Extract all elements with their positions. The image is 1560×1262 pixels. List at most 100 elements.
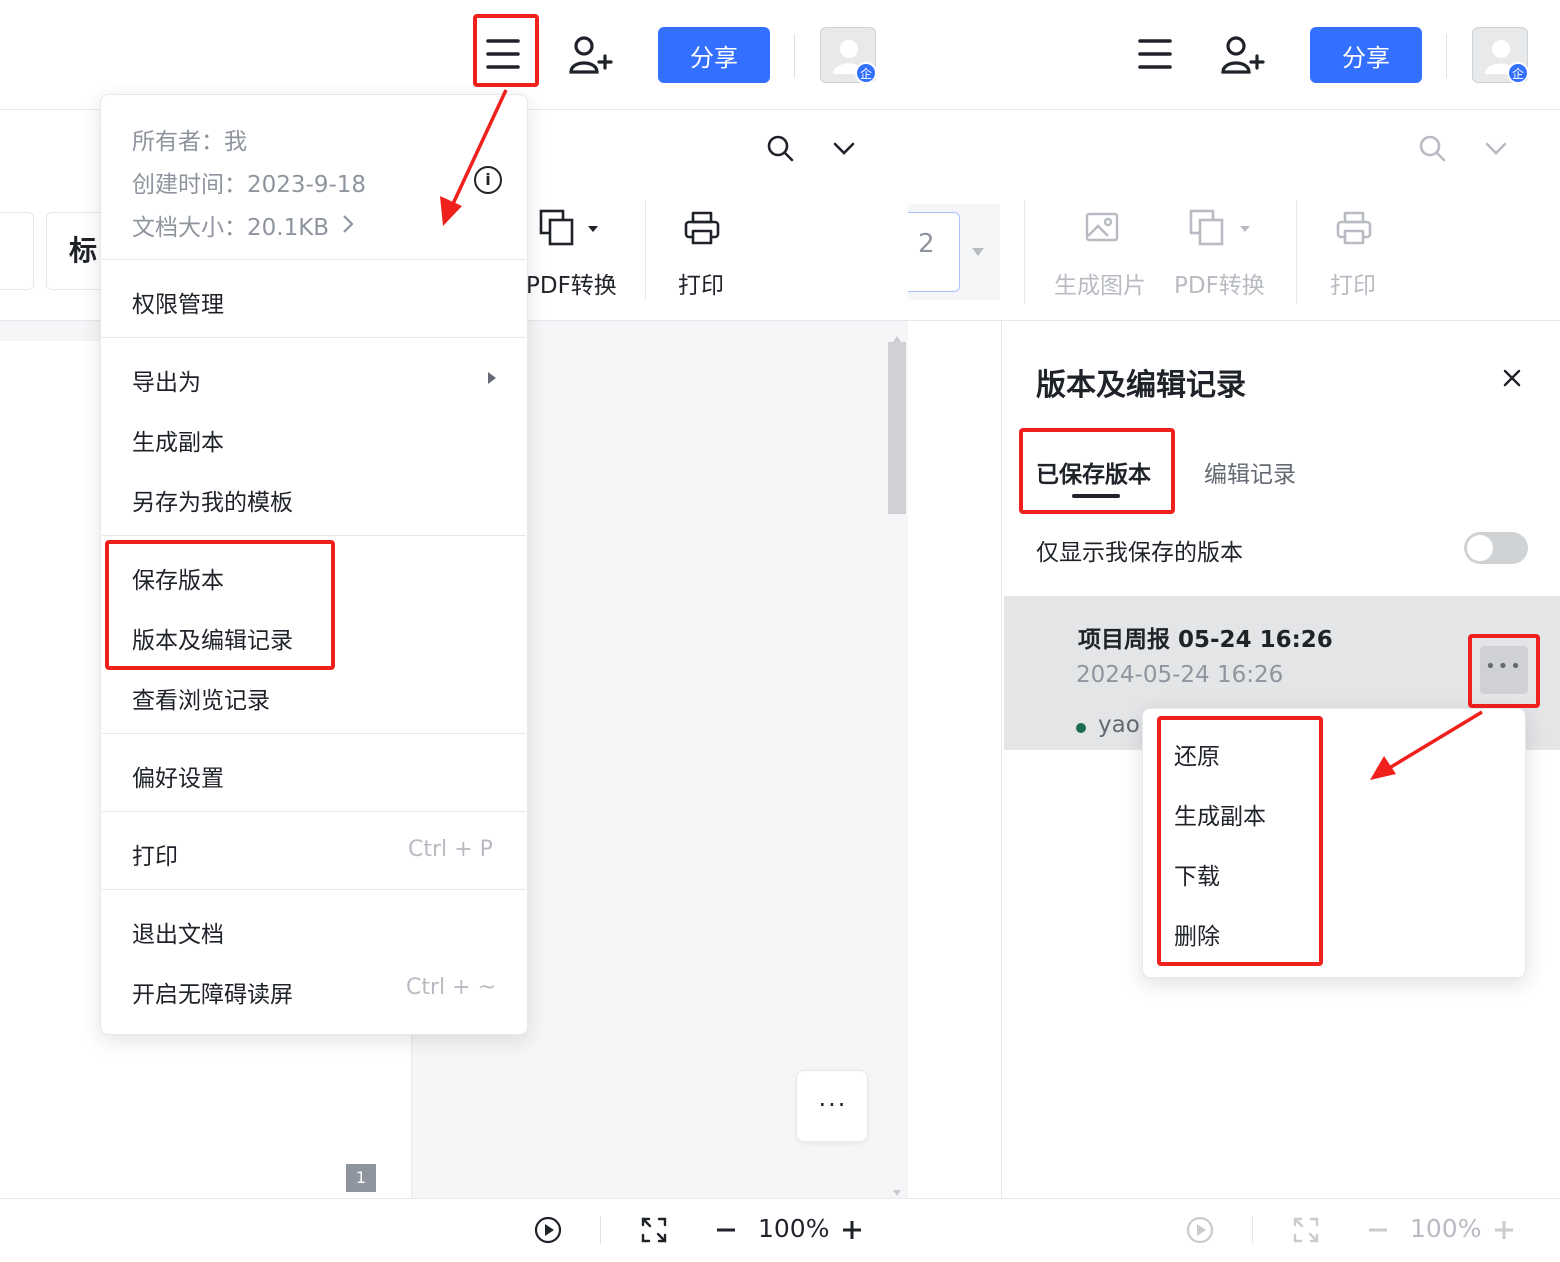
- zoom-level-right[interactable]: 100%: [1410, 1214, 1481, 1243]
- avatar[interactable]: 企: [820, 27, 877, 84]
- pdf-convert-label: PDF转换: [526, 273, 617, 299]
- close-icon: [1503, 369, 1521, 387]
- style-box-partial[interactable]: [0, 212, 34, 290]
- gen-image-label: 生成图片: [1054, 273, 1146, 299]
- print-button-right[interactable]: 打印: [1320, 200, 1390, 300]
- page-selector-value: 2: [918, 229, 935, 259]
- scroll-up-arrow[interactable]: [892, 328, 902, 342]
- add-collaborator-button[interactable]: [566, 32, 614, 80]
- menu-item-view-history[interactable]: 查看浏览记录: [132, 681, 270, 715]
- chevron-down-icon: [1485, 142, 1507, 155]
- pdf-convert-button[interactable]: PDF转换: [520, 200, 630, 300]
- play-icon: [1186, 1216, 1214, 1244]
- doc-white-band: [908, 321, 1002, 1198]
- doc-size-link[interactable]: 文档大小：20.1KB: [132, 208, 372, 241]
- hamburger-menu-button-right[interactable]: [1130, 24, 1180, 86]
- fullscreen-button-right[interactable]: [1292, 1216, 1320, 1244]
- zoom-out-button[interactable]: [714, 1220, 738, 1240]
- floating-more-button[interactable]: ···: [796, 1070, 868, 1142]
- chevron-right-icon: [343, 215, 354, 233]
- caret-right-icon: [488, 372, 496, 384]
- only-mine-toggle[interactable]: [1464, 532, 1528, 564]
- scrollbar-thumb[interactable]: [888, 342, 906, 514]
- search-button[interactable]: [764, 132, 796, 164]
- page-selector[interactable]: 2: [908, 212, 960, 292]
- statusbar-divider: [600, 1216, 601, 1244]
- print-shortcut: Ctrl + P: [408, 837, 493, 862]
- play-icon: [534, 1216, 562, 1244]
- statusbar-divider: [1252, 1216, 1253, 1244]
- menu-item-accessibility[interactable]: 开启无障碍读屏: [132, 975, 293, 1009]
- more-dots-icon: ···: [818, 1091, 848, 1119]
- share-button[interactable]: 分享: [658, 27, 770, 83]
- fullscreen-icon: [641, 1217, 667, 1243]
- scroll-down-arrow[interactable]: [892, 1182, 902, 1196]
- highlight-version-items: [105, 540, 335, 670]
- menu-divider: [102, 259, 526, 260]
- zoom-level[interactable]: 100%: [758, 1214, 829, 1243]
- highlight-hamburger: [473, 14, 539, 87]
- close-panel-button[interactable]: [1498, 364, 1526, 392]
- enterprise-badge: 企: [855, 62, 877, 84]
- zoom-in-button[interactable]: [840, 1218, 864, 1242]
- submenu-arrow: [486, 370, 498, 384]
- present-button-right[interactable]: [1186, 1216, 1214, 1244]
- only-mine-label: 仅显示我保存的版本: [1036, 540, 1243, 566]
- search-button-right[interactable]: [1416, 132, 1448, 164]
- highlight-more-button: [1468, 634, 1540, 708]
- caret-up-icon: [893, 336, 901, 342]
- zoom-in-button-right[interactable]: [1492, 1218, 1516, 1242]
- zoom-out-button-right[interactable]: [1366, 1220, 1390, 1240]
- plus-icon: [1495, 1221, 1513, 1239]
- toolbar-divider: [1296, 200, 1297, 304]
- avatar-right[interactable]: 企: [1472, 27, 1529, 84]
- version-author: yao: [1098, 712, 1140, 738]
- annotation-arrow-context: [1370, 710, 1483, 780]
- hamburger-icon: [1138, 39, 1172, 69]
- collapse-toolbar-button-right[interactable]: [1482, 134, 1510, 162]
- divider: [794, 34, 795, 78]
- style-title-label: 标: [69, 234, 98, 267]
- caret-down-icon: [893, 1190, 901, 1196]
- version-name: 项目周报 05-24 16:26: [1078, 627, 1333, 653]
- menu-divider: [102, 337, 526, 338]
- highlight-context-menu: [1157, 716, 1323, 966]
- toolbar-divider: [1024, 200, 1025, 304]
- menu-item-permissions[interactable]: 权限管理: [132, 285, 224, 319]
- search-icon: [1419, 135, 1446, 162]
- tab-edit-history[interactable]: 编辑记录: [1204, 455, 1296, 489]
- menu-item-export-as[interactable]: 导出为: [132, 363, 201, 397]
- printer-icon: [1336, 211, 1372, 245]
- version-panel-title: 版本及编辑记录: [1036, 368, 1246, 403]
- enterprise-badge: 企: [1507, 62, 1529, 84]
- minus-icon: [717, 1228, 735, 1232]
- pdf-convert-icon: [1189, 209, 1250, 246]
- pdf-convert-button-right[interactable]: PDF转换: [1172, 200, 1282, 300]
- created-text: 创建时间：2023-9-18: [132, 172, 367, 198]
- owner-text: 所有者：我: [132, 129, 247, 155]
- fullscreen-button[interactable]: [640, 1216, 668, 1244]
- gen-image-button[interactable]: 生成图片: [1050, 200, 1158, 300]
- page-number-badge: 1: [346, 1164, 376, 1192]
- page-selector-caret[interactable]: [970, 244, 986, 258]
- menu-item-save-as-template[interactable]: 另存为我的模板: [132, 483, 293, 517]
- add-user-icon: [569, 36, 613, 74]
- pdf-convert-icon: [539, 209, 598, 246]
- menu-item-exit-doc[interactable]: 退出文档: [132, 915, 224, 949]
- caret-down-icon: [972, 248, 984, 256]
- add-collaborator-button-right[interactable]: [1218, 32, 1266, 80]
- plus-icon: [843, 1221, 861, 1239]
- annotation-arrow-menu: [440, 89, 508, 226]
- print-button[interactable]: 打印: [668, 200, 738, 300]
- menu-item-make-copy[interactable]: 生成副本: [132, 423, 224, 457]
- size-text: 文档大小：20.1KB: [132, 215, 330, 241]
- collapse-toolbar-button[interactable]: [830, 134, 858, 162]
- add-user-icon: [1221, 36, 1265, 74]
- share-button-right[interactable]: 分享: [1310, 27, 1422, 83]
- search-icon: [767, 135, 794, 162]
- menu-item-preferences[interactable]: 偏好设置: [132, 759, 224, 793]
- menu-divider: [102, 535, 526, 536]
- menu-divider: [102, 889, 526, 890]
- present-button[interactable]: [534, 1216, 562, 1244]
- menu-item-print[interactable]: 打印: [132, 837, 178, 871]
